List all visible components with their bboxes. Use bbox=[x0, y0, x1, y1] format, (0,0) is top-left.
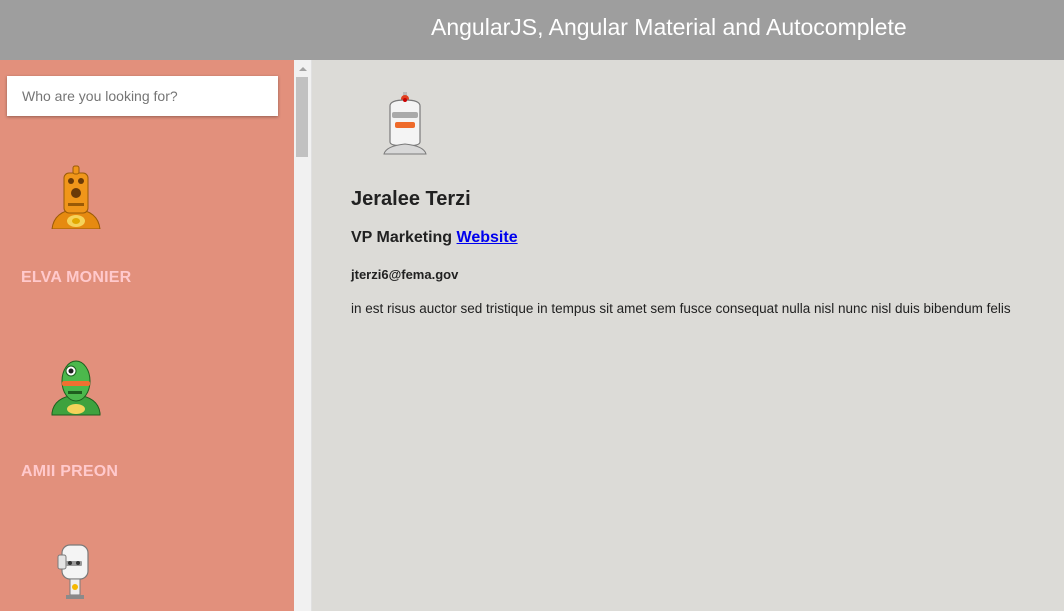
person-item[interactable] bbox=[0, 541, 294, 611]
person-email: jterzi6@fema.gov bbox=[351, 267, 459, 282]
white-robot-icon bbox=[57, 544, 89, 599]
app-header: AngularJS, Angular Material and Autocomp… bbox=[0, 0, 1064, 60]
person-bio: in est risus auctor sed tristique in tem… bbox=[351, 301, 1011, 316]
person-item-elva-monier[interactable]: ELVA MONIER bbox=[0, 163, 294, 303]
website-link[interactable]: Website bbox=[457, 229, 518, 246]
person-item-amii-preon[interactable]: AMII PREON bbox=[0, 357, 294, 497]
green-robot-icon bbox=[51, 360, 101, 416]
person-name: AMII PREON bbox=[21, 463, 119, 480]
selected-person-avatar bbox=[383, 92, 427, 155]
person-name: ELVA MONIER bbox=[21, 269, 132, 286]
page-title: AngularJS, Angular Material and Autocomp… bbox=[431, 14, 907, 40]
sidebar-scrollbar[interactable] bbox=[294, 60, 312, 611]
scroll-up-arrow-icon[interactable] bbox=[299, 67, 307, 71]
orange-robot-icon bbox=[51, 165, 101, 229]
people-sidebar: ELVA MONIER AMII PREON bbox=[0, 60, 294, 611]
search-input[interactable] bbox=[7, 76, 278, 116]
person-title: VP Marketing bbox=[351, 229, 453, 246]
person-title-line: VP Marketing Website bbox=[351, 229, 518, 247]
person-detail-panel: Jeralee Terzi VP Marketing Website jterz… bbox=[312, 60, 1064, 611]
person-name-heading: Jeralee Terzi bbox=[351, 188, 471, 210]
scrollbar-thumb[interactable] bbox=[296, 77, 308, 157]
